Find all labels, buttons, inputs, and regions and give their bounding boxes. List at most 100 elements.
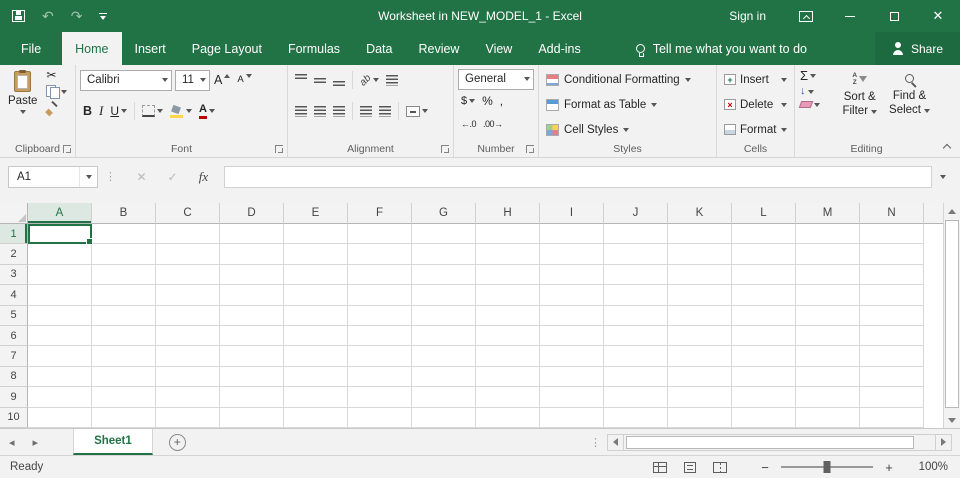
row-header-2[interactable]: 2 bbox=[0, 244, 28, 265]
share-button[interactable]: Share bbox=[874, 32, 960, 65]
formula-bar-splitter[interactable]: ⋮ bbox=[98, 166, 126, 183]
cell-A9[interactable] bbox=[28, 387, 92, 408]
cell-J8[interactable] bbox=[604, 366, 668, 388]
cell-F7[interactable] bbox=[348, 346, 412, 367]
cut-button[interactable]: ✂ bbox=[43, 67, 70, 83]
cell-L9[interactable] bbox=[732, 387, 796, 408]
tab-formulas[interactable]: Formulas bbox=[275, 32, 353, 65]
cell-C1[interactable] bbox=[156, 224, 220, 245]
cell-N2[interactable] bbox=[860, 244, 924, 265]
cell-G10[interactable] bbox=[412, 407, 476, 428]
cell-C4[interactable] bbox=[156, 285, 220, 306]
cell-L8[interactable] bbox=[732, 366, 796, 388]
previous-sheet-button[interactable]: ◂ bbox=[0, 436, 24, 449]
format-painter-button[interactable] bbox=[43, 100, 70, 117]
cell-N1[interactable] bbox=[860, 224, 924, 245]
cell-G8[interactable] bbox=[412, 366, 476, 388]
cell-F9[interactable] bbox=[348, 387, 412, 408]
tab-home[interactable]: Home bbox=[62, 32, 122, 65]
cell-B9[interactable] bbox=[92, 387, 156, 408]
font-family-select[interactable]: Calibri bbox=[80, 69, 172, 91]
tab-add-ins[interactable]: Add-ins bbox=[525, 32, 593, 65]
cell-D6[interactable] bbox=[220, 325, 284, 347]
cell-D10[interactable] bbox=[220, 407, 284, 428]
cell-G6[interactable] bbox=[412, 325, 476, 347]
scroll-up-button[interactable] bbox=[944, 203, 960, 219]
decrease-indent-button[interactable] bbox=[357, 104, 375, 119]
row-header-5[interactable]: 5 bbox=[0, 305, 28, 326]
zoom-level[interactable]: 100% bbox=[914, 461, 948, 473]
scroll-left-button[interactable] bbox=[607, 433, 624, 451]
scroll-right-button[interactable] bbox=[935, 433, 952, 451]
tab-insert[interactable]: Insert bbox=[122, 32, 179, 65]
cell-F1[interactable] bbox=[348, 224, 412, 245]
merge-center-button[interactable] bbox=[403, 104, 431, 119]
cell-J5[interactable] bbox=[604, 305, 668, 326]
next-sheet-button[interactable]: ▸ bbox=[24, 436, 48, 449]
cell-I1[interactable] bbox=[540, 224, 604, 245]
cell-G3[interactable] bbox=[412, 264, 476, 286]
cell-F5[interactable] bbox=[348, 305, 412, 326]
tab-view[interactable]: View bbox=[472, 32, 525, 65]
accounting-format-button[interactable]: $ bbox=[458, 93, 478, 109]
cell-E8[interactable] bbox=[284, 366, 348, 388]
cell-B4[interactable] bbox=[92, 285, 156, 306]
cell-N5[interactable] bbox=[860, 305, 924, 326]
scroll-down-button[interactable] bbox=[944, 412, 960, 428]
cell-N10[interactable] bbox=[860, 407, 924, 428]
increase-decimal-button[interactable]: ←.0 bbox=[458, 117, 479, 131]
column-header-I[interactable]: I bbox=[540, 203, 604, 224]
cell-F8[interactable] bbox=[348, 366, 412, 388]
number-dialog-launcher[interactable] bbox=[526, 145, 534, 153]
cell-G2[interactable] bbox=[412, 244, 476, 265]
cell-C10[interactable] bbox=[156, 407, 220, 428]
cell-M1[interactable] bbox=[796, 224, 860, 245]
cell-N6[interactable] bbox=[860, 325, 924, 347]
formula-bar-expand-button[interactable] bbox=[932, 166, 954, 188]
cell-E7[interactable] bbox=[284, 346, 348, 367]
tell-me-box[interactable]: Tell me what you want to do bbox=[635, 32, 807, 65]
align-left-button[interactable] bbox=[292, 104, 310, 119]
cell-styles-button[interactable]: Cell Styles bbox=[541, 117, 714, 142]
cell-M10[interactable] bbox=[796, 407, 860, 428]
cell-E4[interactable] bbox=[284, 285, 348, 306]
enter-button[interactable]: ✓ bbox=[157, 166, 188, 188]
decrease-font-size-button[interactable]: A bbox=[234, 73, 254, 87]
cell-B2[interactable] bbox=[92, 244, 156, 265]
cell-H9[interactable] bbox=[476, 387, 540, 408]
zoom-in-button[interactable]: + bbox=[882, 460, 896, 475]
cell-A5[interactable] bbox=[28, 305, 92, 326]
tab-data[interactable]: Data bbox=[353, 32, 405, 65]
row-header-8[interactable]: 8 bbox=[0, 366, 28, 388]
cell-D5[interactable] bbox=[220, 305, 284, 326]
cell-G5[interactable] bbox=[412, 305, 476, 326]
insert-function-button[interactable]: fx bbox=[188, 166, 219, 188]
zoom-slider-thumb[interactable] bbox=[823, 461, 831, 473]
cell-I5[interactable] bbox=[540, 305, 604, 326]
cell-D4[interactable] bbox=[220, 285, 284, 306]
format-as-table-button[interactable]: Format as Table bbox=[541, 92, 714, 117]
horizontal-scrollbar-thumb[interactable] bbox=[626, 435, 914, 449]
cell-M2[interactable] bbox=[796, 244, 860, 265]
font-size-select[interactable]: 11 bbox=[175, 69, 210, 91]
decrease-decimal-button[interactable]: .00→ bbox=[480, 117, 506, 131]
redo-icon[interactable]: ↷ bbox=[71, 9, 83, 23]
row-header-7[interactable]: 7 bbox=[0, 346, 28, 367]
copy-button[interactable] bbox=[43, 83, 70, 100]
undo-icon[interactable]: ↶ bbox=[42, 9, 54, 23]
cell-A2[interactable] bbox=[28, 244, 92, 265]
cell-B5[interactable] bbox=[92, 305, 156, 326]
cell-H6[interactable] bbox=[476, 325, 540, 347]
tab-page-layout[interactable]: Page Layout bbox=[179, 32, 275, 65]
cell-C7[interactable] bbox=[156, 346, 220, 367]
cell-I10[interactable] bbox=[540, 407, 604, 428]
row-header-3[interactable]: 3 bbox=[0, 264, 28, 286]
cell-M7[interactable] bbox=[796, 346, 860, 367]
minimize-button[interactable] bbox=[828, 0, 872, 32]
cell-F3[interactable] bbox=[348, 264, 412, 286]
cell-C5[interactable] bbox=[156, 305, 220, 326]
maximize-button[interactable] bbox=[872, 0, 916, 32]
cell-K5[interactable] bbox=[668, 305, 732, 326]
column-header-E[interactable]: E bbox=[284, 203, 348, 224]
column-header-H[interactable]: H bbox=[476, 203, 540, 224]
